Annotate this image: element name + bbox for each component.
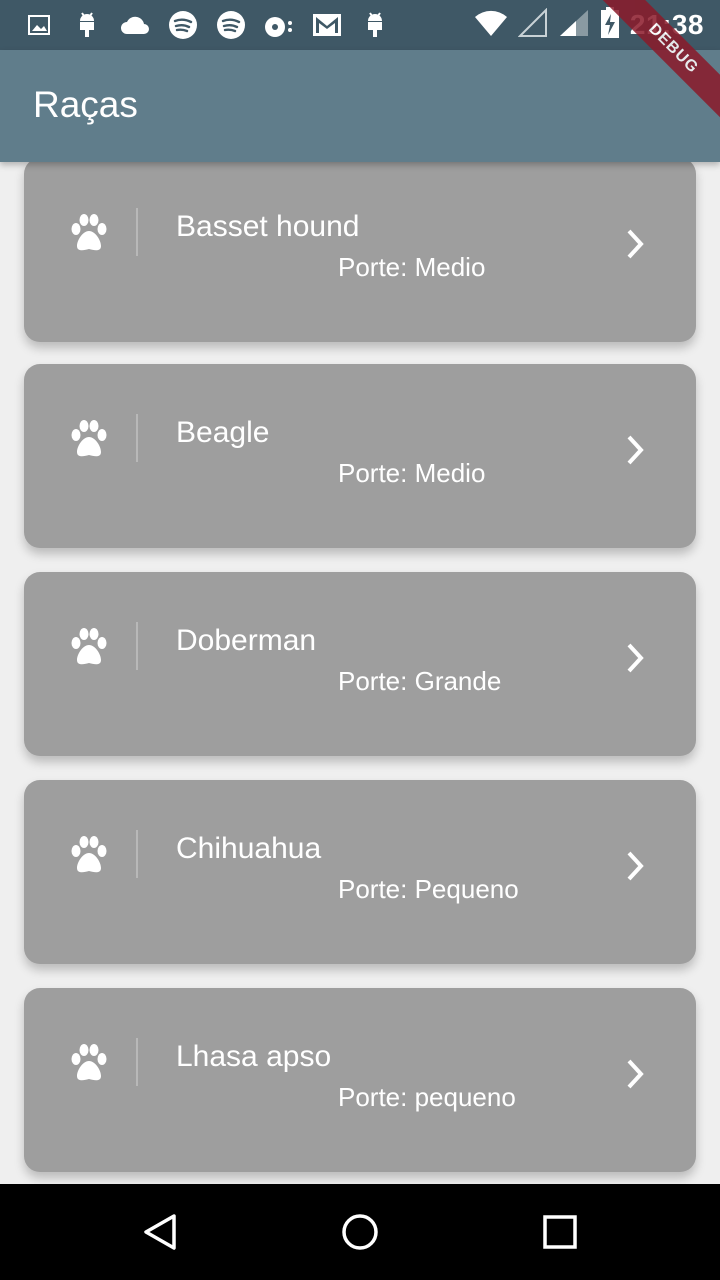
recents-icon[interactable] (540, 1212, 580, 1252)
page-title: Raças (33, 84, 138, 125)
app-bar: Raças (0, 50, 720, 162)
list-item-beagle[interactable]: Beagle Porte: Medio (24, 364, 696, 548)
divider (136, 414, 138, 462)
paw-icon (71, 628, 107, 665)
breed-size: Porte: Medio (338, 252, 486, 282)
image-icon (22, 8, 56, 42)
breed-size: Porte: pequeno (338, 1082, 516, 1112)
home-icon[interactable] (340, 1212, 380, 1252)
cloud-icon (118, 8, 152, 42)
chevron-right-icon (627, 643, 644, 673)
list-item-basset-hound[interactable]: Basset hound Porte: Medio (24, 162, 696, 342)
breed-name: Beagle (176, 416, 270, 449)
breed-size: Porte: Grande (338, 666, 502, 696)
divider (136, 622, 138, 670)
breed-name: Basset hound (176, 210, 360, 243)
paw-icon (71, 836, 107, 873)
paw-icon (71, 1044, 107, 1081)
music-icon (262, 8, 296, 42)
divider (136, 208, 138, 256)
gmail-icon (310, 8, 344, 42)
breed-list[interactable]: Basset hound Porte: Medio Beagle Porte: … (0, 162, 720, 1184)
paw-icon (71, 420, 107, 457)
spotify-icon (166, 8, 200, 42)
paw-icon (71, 214, 107, 251)
chevron-right-icon (627, 435, 644, 465)
navigation-bar (0, 1184, 720, 1280)
spotify-icon (214, 8, 248, 42)
signal-empty-icon (517, 7, 548, 43)
back-icon[interactable] (140, 1212, 180, 1252)
breed-name: Doberman (176, 624, 317, 657)
chevron-right-icon (627, 851, 644, 881)
android-icon (70, 8, 104, 42)
chevron-right-icon (627, 1059, 644, 1089)
signal-icon (558, 8, 590, 43)
screen: 21:38 DEBUG Raças Basset hound Porte: Me… (0, 0, 720, 1280)
list-item-lhasa-apso[interactable]: Lhasa apso Porte: pequeno (24, 988, 696, 1172)
breed-size: Porte: Pequeno (338, 874, 519, 904)
breed-name: Lhasa apso (176, 1040, 332, 1073)
wifi-icon (474, 9, 508, 42)
breed-name: Chihuahua (176, 832, 322, 865)
list-item-chihuahua[interactable]: Chihuahua Porte: Pequeno (24, 780, 696, 964)
divider (136, 830, 138, 878)
android-icon (358, 8, 392, 42)
list-item-doberman[interactable]: Doberman Porte: Grande (24, 572, 696, 756)
notification-icons (22, 8, 392, 42)
breed-size: Porte: Medio (338, 458, 486, 488)
divider (136, 1038, 138, 1086)
chevron-right-icon (627, 229, 644, 259)
